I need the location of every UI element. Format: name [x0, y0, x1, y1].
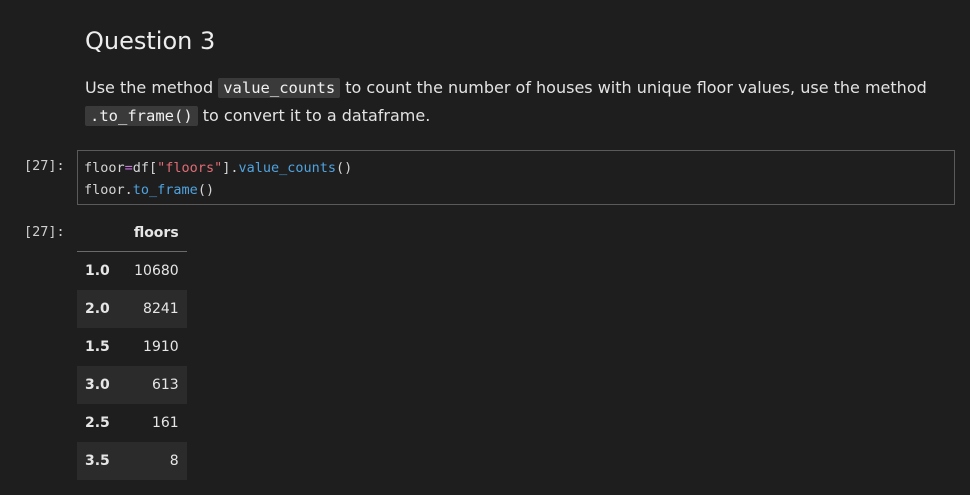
notebook-page: Question 3 Use the method value_counts t… [0, 0, 970, 495]
code-token-function: value_counts [238, 160, 337, 176]
code-line: floor.to_frame() [84, 179, 954, 201]
code-line: floor=df["floors"].value_counts() [84, 157, 954, 179]
code-editor[interactable]: floor=df["floors"].value_counts() floor.… [77, 150, 955, 205]
row-value: 8 [169, 453, 179, 469]
row-index: 1.0 [85, 263, 110, 279]
table-row: 1.5 1910 [77, 328, 187, 366]
question-text-part: to convert it to a dataframe. [197, 106, 431, 125]
table-row: 3.0 613 [77, 366, 187, 404]
row-index: 1.5 [85, 339, 110, 355]
code-token: () [336, 160, 353, 176]
row-value: 613 [151, 377, 179, 393]
column-header: floors [125, 215, 187, 252]
inline-code-to-frame: .to_frame() [85, 106, 198, 126]
row-index: 2.5 [85, 415, 110, 431]
index-header [77, 215, 126, 252]
code-token: floor [84, 160, 125, 176]
code-token: () [197, 182, 215, 198]
row-value: 161 [151, 415, 179, 431]
row-index: 3.5 [85, 453, 110, 469]
question-heading: Question 3 [85, 27, 216, 55]
code-token: floor. [84, 182, 133, 198]
table-row: 1.0 10680 [77, 252, 187, 291]
table-row: 2.0 8241 [77, 290, 187, 328]
output-prompt: [27]: [24, 224, 65, 240]
table-header-row: floors [77, 215, 187, 252]
row-value: 1910 [143, 339, 179, 355]
row-value: 8241 [143, 301, 179, 317]
table-row: 2.5 161 [77, 404, 187, 442]
row-index: 3.0 [85, 377, 110, 393]
row-index: 2.0 [85, 301, 110, 317]
code-token: ]. [222, 160, 239, 176]
inline-code-value-counts: value_counts [218, 78, 341, 98]
table-row: 3.5 8 [77, 442, 187, 480]
question-text: Use the method value_counts to count the… [85, 74, 945, 130]
markdown-cell: Question 3 Use the method value_counts t… [85, 24, 945, 130]
code-token-operator: = [124, 160, 133, 176]
question-text-part: to count the number of houses with uniqu… [340, 78, 927, 97]
code-token-function: to_frame [132, 182, 198, 198]
code-token-string: "floors" [157, 160, 223, 176]
row-value: 10680 [134, 263, 179, 279]
dataframe-output: floors 1.0 10680 2.0 8241 1.5 1910 3.0 6… [77, 215, 187, 480]
code-token: df[ [132, 160, 158, 176]
input-prompt: [27]: [24, 158, 65, 174]
question-text-part: Use the method [85, 78, 219, 97]
